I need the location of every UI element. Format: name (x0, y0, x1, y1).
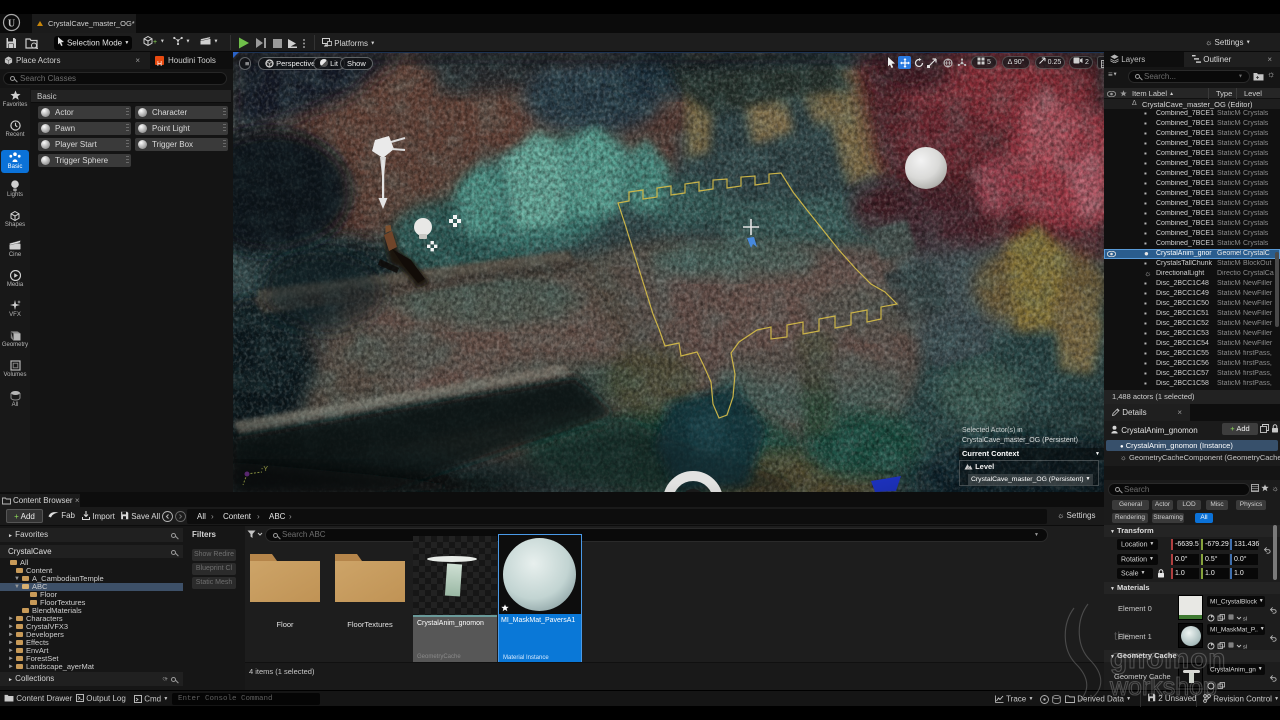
svg-text:U: U (8, 19, 15, 30)
svg-text:sl: sl (1243, 617, 1247, 623)
